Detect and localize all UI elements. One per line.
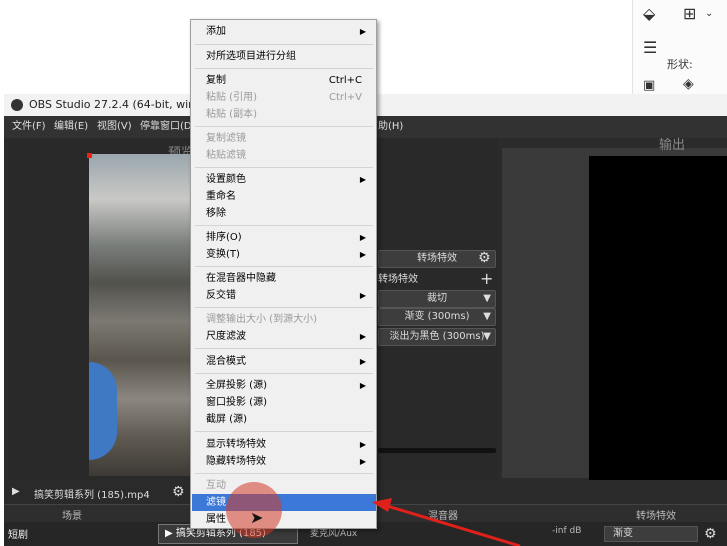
annotation-arrow-icon [372, 498, 521, 546]
